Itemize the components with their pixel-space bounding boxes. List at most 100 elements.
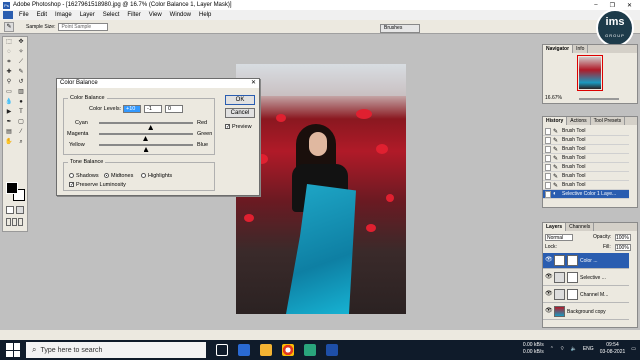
- layer-row-channel-mixer[interactable]: 👁 Channel M...: [543, 287, 629, 303]
- tab-history[interactable]: History: [543, 117, 568, 125]
- network-icon[interactable]: ⌔: [560, 346, 565, 352]
- menu-file[interactable]: File: [15, 12, 33, 18]
- color-level-magenta-green-input[interactable]: -1: [144, 105, 162, 113]
- tab-channels[interactable]: Channels: [566, 223, 595, 231]
- history-checkbox[interactable]: [545, 172, 551, 180]
- sample-size-select[interactable]: Point Sample: [58, 22, 109, 31]
- shape-tool-icon[interactable]: ▢: [16, 118, 26, 127]
- lasso-tool-icon[interactable]: ◌: [4, 48, 14, 57]
- screen-mode-standard-icon[interactable]: [6, 218, 11, 226]
- history-checkbox[interactable]: [545, 190, 551, 198]
- eye-icon[interactable]: 👁: [545, 291, 553, 298]
- preview-checkbox[interactable]: ✓: [225, 124, 230, 130]
- tab-layers[interactable]: Layers: [543, 223, 567, 231]
- cyan-red-slider-track[interactable]: [99, 122, 193, 124]
- history-checkbox[interactable]: [545, 154, 551, 162]
- blend-mode-select[interactable]: Normal: [545, 234, 573, 241]
- history-item[interactable]: ✎ Brush Tool: [543, 136, 629, 145]
- highlights-radio[interactable]: [141, 173, 146, 178]
- stamp-tool-icon[interactable]: ⚲: [4, 78, 14, 87]
- eyedropper-icon[interactable]: ✎: [4, 21, 14, 32]
- history-checkbox[interactable]: [545, 136, 551, 144]
- brushes-tab[interactable]: Brushes: [380, 24, 420, 33]
- menu-window[interactable]: Window: [166, 12, 195, 18]
- cancel-button[interactable]: Cancel: [225, 108, 255, 118]
- brush-tool-icon[interactable]: ✎: [16, 68, 26, 77]
- navigator-zoom-slider[interactable]: [579, 98, 619, 100]
- photoshop-task-icon[interactable]: [326, 344, 338, 356]
- history-item[interactable]: ✎ Brush Tool: [543, 172, 629, 181]
- clock[interactable]: 09:54 03-08-2021: [600, 342, 626, 356]
- maximize-button[interactable]: ❐: [610, 2, 615, 9]
- move-tool-icon[interactable]: ✥: [16, 38, 26, 47]
- menu-select[interactable]: Select: [99, 12, 124, 18]
- quick-mask-icon[interactable]: [16, 206, 24, 214]
- tab-info[interactable]: Info: [573, 45, 589, 53]
- menu-help[interactable]: Help: [195, 12, 215, 18]
- eyedropper-tool-icon[interactable]: ⁄: [16, 128, 26, 137]
- menu-image[interactable]: Image: [51, 12, 76, 18]
- slice-tool-icon[interactable]: ⟋: [16, 58, 26, 67]
- history-checkbox[interactable]: [545, 163, 551, 171]
- chevron-up-icon[interactable]: ⌃: [550, 346, 554, 352]
- history-item-selected[interactable]: ◐ Selective Color 1 Laye...: [543, 190, 629, 199]
- marquee-tool-icon[interactable]: ⬚: [4, 38, 14, 47]
- history-checkbox[interactable]: [545, 145, 551, 153]
- yellow-blue-slider-track[interactable]: [99, 144, 193, 146]
- crop-tool-icon[interactable]: ⌗: [4, 58, 14, 67]
- history-checkbox[interactable]: [545, 181, 551, 189]
- document-canvas[interactable]: [236, 64, 406, 314]
- menu-edit[interactable]: Edit: [33, 12, 51, 18]
- menu-filter[interactable]: Filter: [123, 12, 144, 18]
- shadows-radio[interactable]: [69, 173, 74, 178]
- color-level-cyan-red-input[interactable]: +10: [123, 105, 141, 113]
- navigator-zoom[interactable]: 16.67%: [545, 95, 562, 101]
- eye-icon[interactable]: 👁: [545, 274, 553, 281]
- mail-icon[interactable]: [238, 344, 250, 356]
- mask-thumb[interactable]: [567, 289, 578, 300]
- healing-tool-icon[interactable]: ✚: [4, 68, 14, 77]
- screen-mode-full-icon[interactable]: [18, 218, 23, 226]
- minimize-button[interactable]: –: [594, 2, 597, 9]
- navigator-view-rect[interactable]: [577, 55, 603, 91]
- tab-tool-presets[interactable]: Tool Presets: [591, 117, 626, 125]
- tab-actions[interactable]: Actions: [567, 117, 591, 125]
- history-item[interactable]: ✎ Brush Tool: [543, 163, 629, 172]
- history-brush-icon[interactable]: ↺: [16, 78, 26, 87]
- layer-row-background-copy[interactable]: 👁 Background copy: [543, 304, 629, 320]
- hand-tool-icon[interactable]: ✋: [4, 138, 14, 147]
- volume-icon[interactable]: 🔈: [571, 346, 577, 352]
- history-item[interactable]: ✎ Brush Tool: [543, 154, 629, 163]
- layer-row-selective-color[interactable]: 👁 Selective ...: [543, 270, 629, 286]
- opacity-input[interactable]: 100%: [615, 234, 631, 241]
- standard-mode-icon[interactable]: [6, 206, 14, 214]
- close-button[interactable]: ✕: [627, 2, 632, 9]
- taskbar-search[interactable]: ⌕ Type here to search: [26, 342, 206, 358]
- history-item[interactable]: ✎ Brush Tool: [543, 127, 629, 136]
- foreground-color-swatch[interactable]: [6, 182, 18, 194]
- file-explorer-icon[interactable]: [260, 344, 272, 356]
- layer-row-color-balance[interactable]: 👁 Color ...: [543, 253, 629, 269]
- mask-thumb[interactable]: [567, 272, 578, 283]
- eraser-tool-icon[interactable]: ▭: [4, 88, 14, 97]
- midtones-radio[interactable]: [104, 173, 109, 178]
- history-item[interactable]: ✎ Brush Tool: [543, 145, 629, 154]
- windows-start-icon[interactable]: [6, 343, 20, 357]
- menu-layer[interactable]: Layer: [76, 12, 99, 18]
- color-level-yellow-blue-input[interactable]: 0: [165, 105, 183, 113]
- history-item[interactable]: ✎ Brush Tool: [543, 181, 629, 190]
- dodge-tool-icon[interactable]: ●: [16, 98, 26, 107]
- zoom-tool-icon[interactable]: ⌕: [16, 138, 26, 147]
- notification-icon[interactable]: ▭: [631, 346, 636, 352]
- path-select-icon[interactable]: ▶: [4, 108, 14, 117]
- mask-thumb[interactable]: [567, 255, 578, 266]
- preserve-luminosity-checkbox[interactable]: ✓: [69, 182, 74, 188]
- eye-icon[interactable]: 👁: [545, 308, 553, 315]
- history-checkbox[interactable]: [545, 127, 551, 135]
- screen-mode-menu-icon[interactable]: [12, 218, 17, 226]
- chrome-icon[interactable]: [282, 344, 294, 356]
- blur-tool-icon[interactable]: 💧: [4, 98, 14, 107]
- ok-button[interactable]: OK: [225, 95, 255, 105]
- notes-tool-icon[interactable]: ▤: [4, 128, 14, 137]
- fill-input[interactable]: 100%: [615, 244, 631, 251]
